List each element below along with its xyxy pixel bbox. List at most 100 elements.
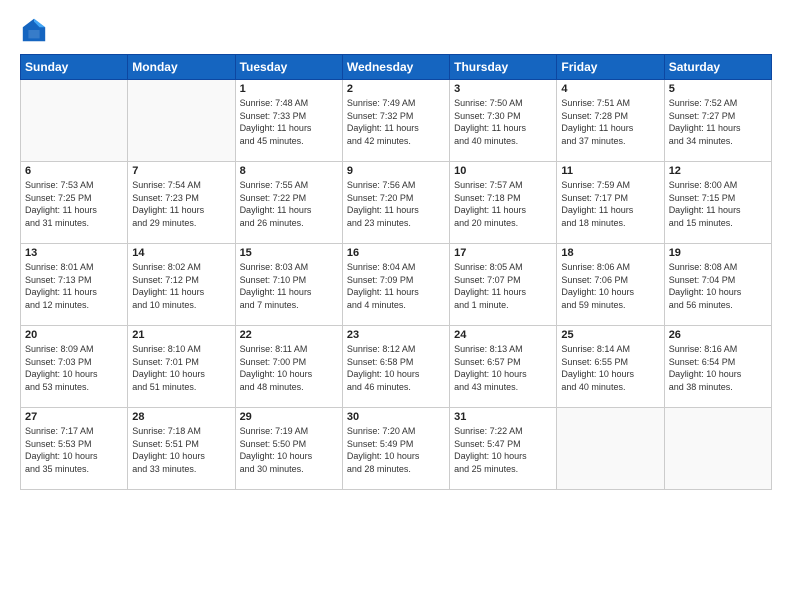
day-info: Sunrise: 7:49 AM Sunset: 7:32 PM Dayligh…: [347, 97, 445, 147]
day-info: Sunrise: 7:18 AM Sunset: 5:51 PM Dayligh…: [132, 425, 230, 475]
calendar-cell: 6 Sunrise: 7:53 AM Sunset: 7:25 PM Daylig…: [21, 162, 128, 244]
day-info: Sunrise: 8:13 AM Sunset: 6:57 PM Dayligh…: [454, 343, 552, 393]
day-info: Sunrise: 7:54 AM Sunset: 7:23 PM Dayligh…: [132, 179, 230, 229]
calendar-week-row: 20 Sunrise: 8:09 AM Sunset: 7:03 PM Dayli…: [21, 326, 772, 408]
day-number: 22: [240, 329, 338, 341]
day-number: 25: [561, 329, 659, 341]
day-number: 19: [669, 247, 767, 259]
day-number: 11: [561, 165, 659, 177]
weekday-header-wednesday: Wednesday: [342, 55, 449, 80]
calendar-cell: 11 Sunrise: 7:59 AM Sunset: 7:17 PM Dayli…: [557, 162, 664, 244]
day-number: 24: [454, 329, 552, 341]
calendar-cell: 21 Sunrise: 8:10 AM Sunset: 7:01 PM Dayli…: [128, 326, 235, 408]
day-number: 16: [347, 247, 445, 259]
day-number: 12: [669, 165, 767, 177]
calendar-cell: 31 Sunrise: 7:22 AM Sunset: 5:47 PM Dayli…: [450, 408, 557, 490]
day-number: 1: [240, 83, 338, 95]
calendar-cell: 2 Sunrise: 7:49 AM Sunset: 7:32 PM Daylig…: [342, 80, 449, 162]
day-info: Sunrise: 7:57 AM Sunset: 7:18 PM Dayligh…: [454, 179, 552, 229]
calendar-cell: 22 Sunrise: 8:11 AM Sunset: 7:00 PM Dayli…: [235, 326, 342, 408]
calendar-cell: [557, 408, 664, 490]
day-info: Sunrise: 7:59 AM Sunset: 7:17 PM Dayligh…: [561, 179, 659, 229]
day-number: 6: [25, 165, 123, 177]
day-info: Sunrise: 7:55 AM Sunset: 7:22 PM Dayligh…: [240, 179, 338, 229]
calendar-cell: 26Sunrise: 8:16 AM Sunset: 6:54 PM Dayli…: [664, 326, 771, 408]
weekday-header-tuesday: Tuesday: [235, 55, 342, 80]
weekday-header-thursday: Thursday: [450, 55, 557, 80]
day-info: Sunrise: 7:17 AM Sunset: 5:53 PM Dayligh…: [25, 425, 123, 475]
day-info: Sunrise: 8:14 AM Sunset: 6:55 PM Dayligh…: [561, 343, 659, 393]
day-number: 10: [454, 165, 552, 177]
day-number: 20: [25, 329, 123, 341]
calendar-cell: [128, 80, 235, 162]
calendar-cell: 13 Sunrise: 8:01 AM Sunset: 7:13 PM Dayli…: [21, 244, 128, 326]
calendar-cell: 25 Sunrise: 8:14 AM Sunset: 6:55 PM Dayli…: [557, 326, 664, 408]
day-number: 7: [132, 165, 230, 177]
calendar-cell: 5Sunrise: 7:52 AM Sunset: 7:27 PM Daylig…: [664, 80, 771, 162]
day-number: 17: [454, 247, 552, 259]
calendar-cell: 4Sunrise: 7:51 AM Sunset: 7:28 PM Daylig…: [557, 80, 664, 162]
header: [20, 16, 772, 44]
day-number: 31: [454, 411, 552, 423]
day-info: Sunrise: 8:03 AM Sunset: 7:10 PM Dayligh…: [240, 261, 338, 311]
day-info: Sunrise: 8:11 AM Sunset: 7:00 PM Dayligh…: [240, 343, 338, 393]
day-info: Sunrise: 8:00 AM Sunset: 7:15 PM Dayligh…: [669, 179, 767, 229]
day-info: Sunrise: 8:16 AM Sunset: 6:54 PM Dayligh…: [669, 343, 767, 393]
calendar-week-row: 13 Sunrise: 8:01 AM Sunset: 7:13 PM Dayli…: [21, 244, 772, 326]
day-info: Sunrise: 8:01 AM Sunset: 7:13 PM Dayligh…: [25, 261, 123, 311]
day-info: Sunrise: 7:20 AM Sunset: 5:49 PM Dayligh…: [347, 425, 445, 475]
weekday-header-monday: Monday: [128, 55, 235, 80]
calendar-cell: 3 Sunrise: 7:50 AM Sunset: 7:30 PM Daylig…: [450, 80, 557, 162]
calendar-cell: 1 Sunrise: 7:48 AM Sunset: 7:33 PM Daylig…: [235, 80, 342, 162]
day-info: Sunrise: 8:04 AM Sunset: 7:09 PM Dayligh…: [347, 261, 445, 311]
day-info: Sunrise: 8:05 AM Sunset: 7:07 PM Dayligh…: [454, 261, 552, 311]
weekday-header-saturday: Saturday: [664, 55, 771, 80]
day-number: 29: [240, 411, 338, 423]
page: SundayMondayTuesdayWednesdayThursdayFrid…: [0, 0, 792, 612]
calendar-table: SundayMondayTuesdayWednesdayThursdayFrid…: [20, 54, 772, 490]
day-info: Sunrise: 7:19 AM Sunset: 5:50 PM Dayligh…: [240, 425, 338, 475]
day-number: 4: [561, 83, 659, 95]
calendar-week-row: 27 Sunrise: 7:17 AM Sunset: 5:53 PM Dayli…: [21, 408, 772, 490]
day-number: 18: [561, 247, 659, 259]
day-number: 27: [25, 411, 123, 423]
day-info: Sunrise: 8:10 AM Sunset: 7:01 PM Dayligh…: [132, 343, 230, 393]
day-info: Sunrise: 7:22 AM Sunset: 5:47 PM Dayligh…: [454, 425, 552, 475]
day-number: 28: [132, 411, 230, 423]
calendar-cell: 17 Sunrise: 8:05 AM Sunset: 7:07 PM Dayli…: [450, 244, 557, 326]
day-info: Sunrise: 7:53 AM Sunset: 7:25 PM Dayligh…: [25, 179, 123, 229]
calendar-cell: 9Sunrise: 7:56 AM Sunset: 7:20 PM Daylig…: [342, 162, 449, 244]
logo-icon: [20, 16, 48, 44]
calendar-cell: [21, 80, 128, 162]
day-number: 21: [132, 329, 230, 341]
weekday-header-friday: Friday: [557, 55, 664, 80]
day-number: 2: [347, 83, 445, 95]
day-number: 13: [25, 247, 123, 259]
calendar-cell: 23Sunrise: 8:12 AM Sunset: 6:58 PM Dayli…: [342, 326, 449, 408]
calendar-cell: 30 Sunrise: 7:20 AM Sunset: 5:49 PM Dayli…: [342, 408, 449, 490]
calendar-cell: 16 Sunrise: 8:04 AM Sunset: 7:09 PM Dayli…: [342, 244, 449, 326]
day-number: 9: [347, 165, 445, 177]
calendar-cell: 7 Sunrise: 7:54 AM Sunset: 7:23 PM Daylig…: [128, 162, 235, 244]
day-info: Sunrise: 7:50 AM Sunset: 7:30 PM Dayligh…: [454, 97, 552, 147]
day-info: Sunrise: 8:08 AM Sunset: 7:04 PM Dayligh…: [669, 261, 767, 311]
calendar-cell: 24 Sunrise: 8:13 AM Sunset: 6:57 PM Dayli…: [450, 326, 557, 408]
day-info: Sunrise: 8:09 AM Sunset: 7:03 PM Dayligh…: [25, 343, 123, 393]
calendar-cell: 14Sunrise: 8:02 AM Sunset: 7:12 PM Dayli…: [128, 244, 235, 326]
day-number: 23: [347, 329, 445, 341]
calendar-cell: 19 Sunrise: 8:08 AM Sunset: 7:04 PM Dayli…: [664, 244, 771, 326]
day-info: Sunrise: 7:48 AM Sunset: 7:33 PM Dayligh…: [240, 97, 338, 147]
calendar-cell: 15Sunrise: 8:03 AM Sunset: 7:10 PM Dayli…: [235, 244, 342, 326]
day-number: 3: [454, 83, 552, 95]
calendar-cell: 8Sunrise: 7:55 AM Sunset: 7:22 PM Daylig…: [235, 162, 342, 244]
calendar-cell: 27 Sunrise: 7:17 AM Sunset: 5:53 PM Dayli…: [21, 408, 128, 490]
calendar-cell: [664, 408, 771, 490]
calendar-cell: 12 Sunrise: 8:00 AM Sunset: 7:15 PM Dayli…: [664, 162, 771, 244]
calendar-cell: 29 Sunrise: 7:19 AM Sunset: 5:50 PM Dayli…: [235, 408, 342, 490]
calendar-week-row: 6 Sunrise: 7:53 AM Sunset: 7:25 PM Daylig…: [21, 162, 772, 244]
calendar-cell: 18Sunrise: 8:06 AM Sunset: 7:06 PM Dayli…: [557, 244, 664, 326]
day-number: 30: [347, 411, 445, 423]
weekday-header-row: SundayMondayTuesdayWednesdayThursdayFrid…: [21, 55, 772, 80]
logo: [20, 16, 52, 44]
calendar-week-row: 1 Sunrise: 7:48 AM Sunset: 7:33 PM Daylig…: [21, 80, 772, 162]
